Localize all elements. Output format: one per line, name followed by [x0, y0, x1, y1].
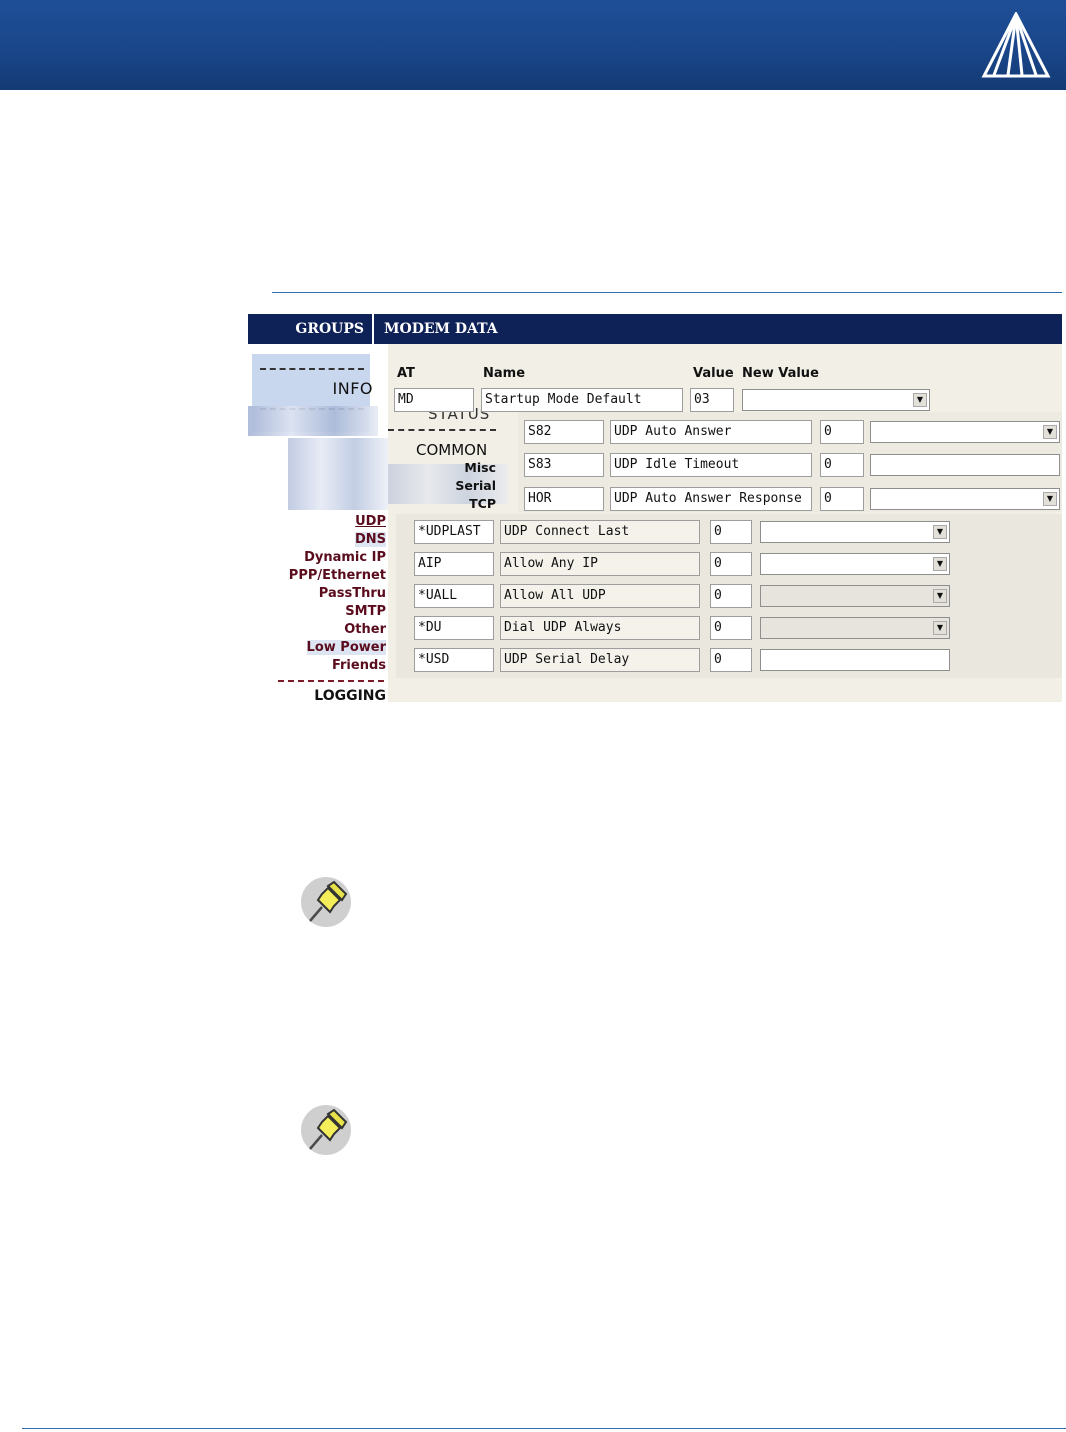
dropdown-arrow-icon: ▼ — [1043, 425, 1057, 439]
header-banner — [0, 0, 1066, 90]
at-command-cell: *USD — [414, 648, 494, 672]
modem-config-screenshot: GROUPS MODEM DATA INFO STATUS COMMON Mis… — [248, 314, 1062, 702]
current-value-cell: 03 — [690, 388, 734, 412]
dropdown-arrow-icon: ▼ — [913, 393, 927, 407]
setting-name-cell: UDP Connect Last — [500, 520, 700, 544]
modem-data-title: MODEM DATA — [384, 321, 498, 337]
airlink-logo-icon — [981, 12, 1051, 78]
column-header-new-value: New Value — [742, 366, 819, 381]
groups-title: GROUPS — [248, 314, 374, 344]
at-command-cell: *UDPLAST — [414, 520, 494, 544]
setting-name-cell: UDP Auto Answer Response — [610, 487, 812, 511]
divider — [388, 429, 496, 432]
setting-name-cell: Allow Any IP — [500, 552, 700, 576]
dropdown-arrow-icon: ▼ — [933, 621, 947, 635]
nav-link-smtp[interactable]: SMTP — [345, 604, 386, 619]
column-header-value: Value — [693, 366, 734, 381]
at-command-cell: S82 — [524, 420, 604, 444]
new-value-select[interactable]: ▼ — [760, 553, 950, 575]
at-command-cell: AIP — [414, 552, 494, 576]
new-value-select[interactable]: ▼ — [760, 585, 950, 607]
at-command-cell: S83 — [524, 453, 604, 477]
nav-link-dns[interactable]: DNS — [354, 532, 386, 547]
info-label: INFO — [332, 379, 373, 398]
logging-group-tab[interactable]: LOGGING — [314, 688, 386, 702]
new-value-input[interactable] — [760, 649, 950, 671]
tab-misc[interactable]: Misc — [448, 460, 496, 475]
at-command-cell: *UALL — [414, 584, 494, 608]
common-group-tab[interactable]: COMMON — [416, 441, 487, 459]
setting-name-cell: Dial UDP Always — [500, 616, 700, 640]
dropdown-arrow-icon: ▼ — [933, 525, 947, 539]
current-value-cell: 0 — [710, 648, 752, 672]
setting-name-cell: Allow All UDP — [500, 584, 700, 608]
setting-name-cell: Startup Mode Default — [481, 388, 683, 412]
new-value-select[interactable]: ▼ — [870, 421, 1060, 443]
current-value-cell: 0 — [820, 453, 864, 477]
tab-tcp[interactable]: TCP — [448, 496, 496, 511]
pushpin-icon — [301, 877, 351, 927]
current-value-cell: 0 — [710, 584, 752, 608]
setting-name-cell: UDP Auto Answer — [610, 420, 812, 444]
new-value-select[interactable]: ▼ — [760, 617, 950, 639]
new-value-input[interactable] — [870, 454, 1060, 476]
panel-header: GROUPS MODEM DATA — [248, 314, 1062, 344]
pushpin-icon — [301, 1105, 351, 1155]
new-value-select[interactable]: ▼ — [870, 488, 1060, 510]
current-value-cell: 0 — [710, 552, 752, 576]
current-value-cell: 0 — [710, 616, 752, 640]
column-header-name: Name — [483, 366, 526, 381]
section-divider — [272, 292, 1062, 293]
nav-link-low-power[interactable]: Low Power — [306, 640, 386, 655]
nav-link-other[interactable]: Other — [344, 622, 386, 637]
divider — [278, 680, 384, 683]
nav-link-dynamic-ip[interactable]: Dynamic IP — [304, 550, 386, 565]
at-command-cell: MD — [394, 388, 474, 412]
setting-name-cell: UDP Idle Timeout — [610, 453, 812, 477]
current-value-cell: 0 — [820, 487, 864, 511]
dropdown-arrow-icon: ▼ — [933, 589, 947, 603]
setting-name-cell: UDP Serial Delay — [500, 648, 700, 672]
new-value-select[interactable]: ▼ — [760, 521, 950, 543]
at-command-cell: *DU — [414, 616, 494, 640]
column-header-at: AT — [397, 366, 415, 381]
divider — [260, 368, 364, 371]
tab-serial[interactable]: Serial — [448, 478, 496, 493]
nav-link-friends[interactable]: Friends — [332, 658, 386, 673]
at-command-cell: HOR — [524, 487, 604, 511]
new-value-select[interactable]: ▼ — [742, 389, 930, 411]
overlay-artifact — [288, 438, 388, 510]
nav-link-passthru[interactable]: PassThru — [319, 586, 386, 601]
current-value-cell: 0 — [710, 520, 752, 544]
nav-link-ppp-ethernet[interactable]: PPP/Ethernet — [289, 568, 386, 583]
overlay-artifact — [248, 406, 378, 436]
footer-divider — [22, 1428, 1066, 1429]
nav-link-udp[interactable]: UDP — [355, 514, 386, 529]
current-value-cell: 0 — [820, 420, 864, 444]
dropdown-arrow-icon: ▼ — [1043, 492, 1057, 506]
dropdown-arrow-icon: ▼ — [933, 557, 947, 571]
